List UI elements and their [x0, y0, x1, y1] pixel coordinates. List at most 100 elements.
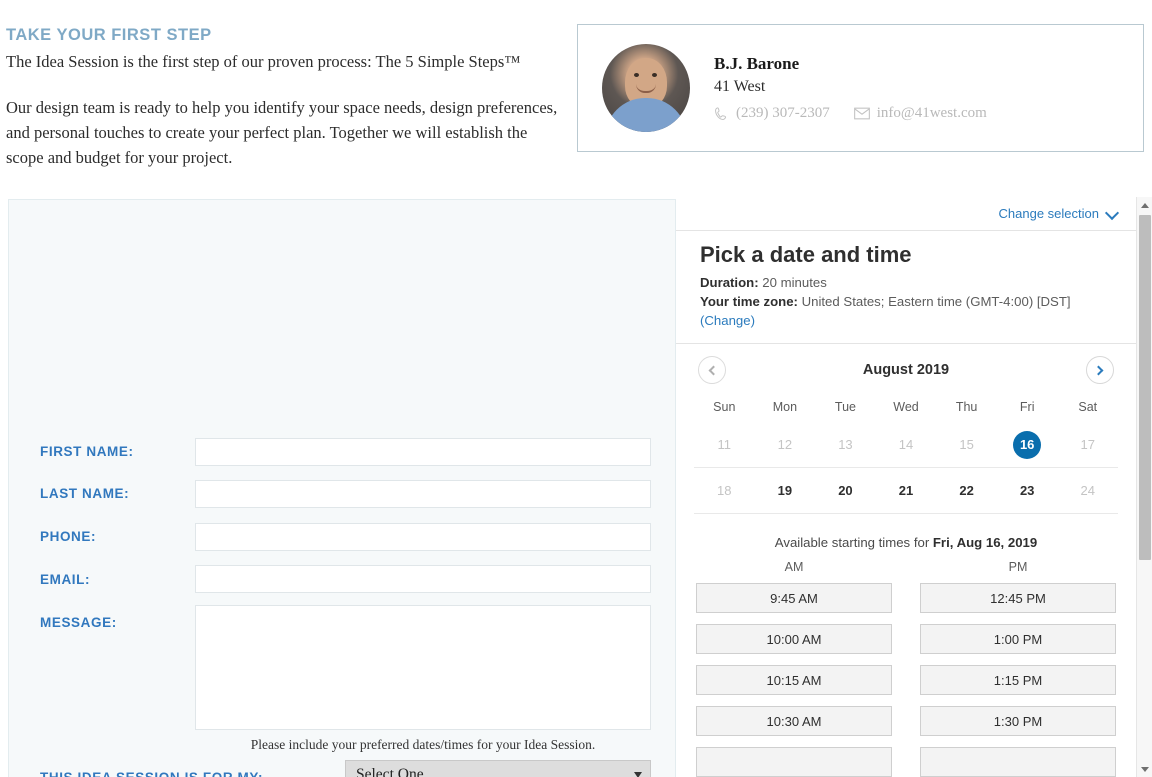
calendar-day-cell[interactable]: 16 — [997, 422, 1058, 467]
calendar-day-11: 11 — [717, 437, 732, 452]
calendar-day-cell: 14 — [876, 422, 937, 467]
calendar-day-12: 12 — [777, 437, 793, 452]
calendar-day-22[interactable]: 22 — [953, 477, 981, 505]
am-column: AM 9:45 AM 10:00 AM 10:15 AM 10:30 AM — [696, 560, 892, 777]
calendar-weeks: 11 12 13 14 15 16 17 18 19 20 21 22 23 24 — [694, 422, 1118, 514]
message-helper-text: Please include your preferred dates/time… — [250, 737, 596, 752]
calendar-day-cell[interactable]: 23 — [997, 468, 1058, 513]
chevron-right-icon — [1093, 365, 1104, 375]
avatar — [602, 44, 690, 132]
session-for-select[interactable]: Select One — [345, 760, 651, 777]
pm-column: PM 12:45 PM 1:00 PM 1:15 PM 1:30 PM — [920, 560, 1116, 777]
calendar-day-cell: 15 — [936, 422, 997, 467]
contact-email[interactable]: info@41west.com — [877, 105, 987, 122]
available-times-heading: Available starting times for Fri, Aug 16… — [676, 535, 1136, 550]
envelope-icon — [853, 107, 870, 120]
pm-time-slot[interactable]: 1:00 PM — [920, 624, 1116, 654]
calendar-day-cell: 12 — [755, 422, 816, 467]
scheduler-panel: Change selection Pick a date and time Du… — [676, 197, 1136, 777]
next-month-button[interactable] — [1085, 356, 1114, 384]
scheduler-title: Pick a date and time — [700, 242, 912, 267]
am-time-slot[interactable]: 10:30 AM — [696, 706, 892, 736]
phone-icon — [714, 106, 729, 121]
calendar-day-23[interactable]: 23 — [1013, 477, 1041, 505]
calendar-day-24: 24 — [1080, 483, 1095, 498]
scheduler-header: Pick a date and time Duration: 20 minute… — [676, 230, 1136, 344]
available-times-date: Fri, Aug 16, 2019 — [932, 535, 1038, 550]
label-email: EMAIL: — [40, 572, 91, 587]
session-for-select-wrap[interactable]: Select One — [345, 760, 651, 777]
calendar-day-cell[interactable]: 20 — [815, 468, 876, 513]
intro-paragraph-1: The Idea Session is the first step of ou… — [6, 52, 521, 71]
session-for-selected-value: Select One — [356, 766, 424, 777]
am-time-slot[interactable]: 10:15 AM — [696, 665, 892, 695]
prev-month-button[interactable] — [698, 356, 726, 384]
am-time-slot[interactable]: 9:45 AM — [696, 583, 892, 613]
calendar-day-15: 15 — [959, 437, 974, 452]
am-time-slot[interactable]: 10:00 AM — [696, 624, 892, 654]
calendar-weekday: Mon — [772, 400, 798, 414]
contact-form: FIRST NAME: LAST NAME: PHONE: EMAIL: MES… — [8, 199, 676, 777]
scroll-down-arrow-icon[interactable] — [1137, 761, 1152, 777]
timezone-label: Your time zone: — [700, 294, 798, 309]
calendar-day-19[interactable]: 19 — [771, 477, 799, 505]
calendar-month-label: August 2019 — [862, 362, 950, 378]
label-session-for: THIS IDEA SESSION IS FOR MY: — [40, 770, 263, 777]
calendar-week-row: 18 19 20 21 22 23 24 — [694, 468, 1118, 514]
pm-time-slot[interactable] — [920, 747, 1116, 777]
calendar-day-20[interactable]: 20 — [831, 477, 859, 505]
calendar-day-cell[interactable]: 21 — [876, 468, 937, 513]
duration-line: Duration: 20 minutes — [700, 273, 1112, 292]
pm-time-slot[interactable]: 1:30 PM — [920, 706, 1116, 736]
phone-input[interactable] — [195, 523, 651, 551]
time-slot-columns: AM 9:45 AM 10:00 AM 10:15 AM 10:30 AM PM 12… — [676, 560, 1136, 777]
contact-card: B.J. Barone 41 West (239) 307-2307 info@… — [577, 24, 1144, 152]
am-label: AM — [784, 560, 804, 574]
chevron-left-icon — [708, 365, 719, 375]
pm-label: PM — [1008, 560, 1028, 574]
label-first-name: FIRST NAME: — [40, 444, 134, 459]
intro-section: TAKE YOUR FIRST STEP The Idea Session is… — [6, 26, 566, 170]
calendar-day-cell[interactable]: 22 — [936, 468, 997, 513]
contact-company: 41 West — [714, 78, 766, 95]
label-message: MESSAGE: — [40, 615, 117, 630]
calendar-day-21[interactable]: 21 — [892, 477, 920, 505]
calendar-nav: August 2019 — [676, 344, 1136, 392]
calendar-day-cell: 13 — [815, 422, 876, 467]
scheduler-scrollbar[interactable] — [1136, 197, 1152, 777]
calendar-day-14: 14 — [898, 437, 914, 452]
pm-time-slot[interactable]: 12:45 PM — [920, 583, 1116, 613]
contact-name: B.J. Barone — [714, 54, 800, 73]
calendar-day-cell: 24 — [1057, 468, 1118, 513]
first-name-input[interactable] — [195, 438, 651, 466]
timezone-line: Your time zone: United States; Eastern t… — [700, 292, 1112, 330]
calendar-grid: Sun Mon Tue Wed Thu Fri Sat 11 12 13 14 15 16 17 18 19… — [676, 392, 1136, 514]
calendar-week-row: 11 12 13 14 15 16 17 — [694, 422, 1118, 468]
calendar-weekday-row: Sun Mon Tue Wed Thu Fri Sat — [694, 392, 1118, 422]
page-root: TAKE YOUR FIRST STEP The Idea Session is… — [0, 0, 1152, 777]
am-time-slot[interactable] — [696, 747, 892, 777]
change-selection-label: Change selection — [998, 206, 1099, 221]
change-timezone-link[interactable]: (Change) — [700, 313, 755, 328]
label-last-name: LAST NAME: — [40, 486, 130, 501]
pm-time-slot[interactable]: 1:15 PM — [920, 665, 1116, 695]
page-title: TAKE YOUR FIRST STEP — [6, 26, 212, 44]
email-input[interactable] — [195, 565, 651, 593]
calendar-weekday: Sat — [1078, 400, 1098, 414]
message-textarea[interactable] — [195, 605, 651, 730]
scroll-up-arrow-icon[interactable] — [1137, 197, 1152, 213]
contact-phone[interactable]: (239) 307-2307 — [736, 105, 830, 122]
duration-label: Duration: — [700, 275, 759, 290]
available-times-prefix: Available starting times for — [774, 535, 933, 550]
contact-info: B.J. Barone 41 West (239) 307-2307 info@… — [714, 54, 987, 122]
change-selection-button[interactable]: Change selection — [999, 206, 1118, 221]
chevron-down-icon — [1107, 208, 1118, 219]
calendar-weekday: Sun — [713, 400, 736, 414]
change-selection-row: Change selection — [676, 197, 1136, 230]
scrollbar-thumb[interactable] — [1139, 215, 1151, 560]
calendar-day-cell[interactable]: 19 — [755, 468, 816, 513]
label-phone: PHONE: — [40, 529, 97, 544]
calendar-day-16[interactable]: 16 — [1013, 430, 1042, 459]
intro-paragraph-2: Our design team is ready to help you ide… — [6, 98, 558, 167]
last-name-input[interactable] — [195, 480, 651, 508]
